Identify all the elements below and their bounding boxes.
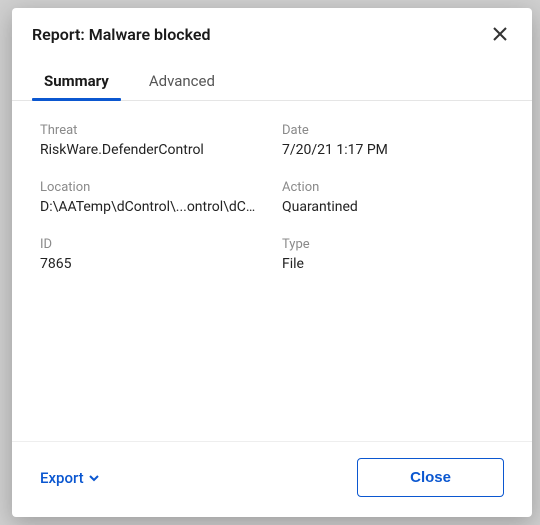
- field-id: ID 7865: [40, 237, 262, 272]
- field-location: Location D:\AATemp\dControl\...ontrol\dC…: [40, 180, 262, 215]
- tab-advanced[interactable]: Advanced: [145, 64, 219, 100]
- tab-summary[interactable]: Summary: [40, 64, 113, 100]
- modal-title: Report: Malware blocked: [32, 25, 211, 44]
- field-label: ID: [40, 237, 262, 252]
- tabs: Summary Advanced: [12, 56, 532, 101]
- modal-footer: Export Close: [12, 441, 532, 517]
- close-icon-button[interactable]: [488, 22, 512, 46]
- close-icon: [492, 26, 508, 42]
- field-action: Action Quarantined: [282, 180, 504, 215]
- field-value: RiskWare.DefenderControl: [40, 142, 262, 158]
- export-button[interactable]: Export: [40, 469, 100, 487]
- export-label: Export: [40, 469, 84, 487]
- field-value: 7865: [40, 256, 262, 272]
- field-date: Date 7/20/21 1:17 PM: [282, 123, 504, 158]
- field-value: Quarantined: [282, 199, 504, 215]
- field-value: File: [282, 256, 504, 272]
- modal-header: Report: Malware blocked: [12, 8, 532, 56]
- field-label: Action: [282, 180, 504, 195]
- chevron-down-icon: [88, 472, 100, 484]
- close-button[interactable]: Close: [357, 458, 504, 497]
- field-threat: Threat RiskWare.DefenderControl: [40, 123, 262, 158]
- field-label: Date: [282, 123, 504, 138]
- field-value: D:\AATemp\dControl\...ontrol\dControl.ex…: [40, 199, 262, 215]
- field-value: 7/20/21 1:17 PM: [282, 142, 504, 158]
- report-modal: Report: Malware blocked Summary Advanced…: [12, 8, 532, 517]
- field-label: Type: [282, 237, 504, 252]
- field-label: Location: [40, 180, 262, 195]
- summary-content: Threat RiskWare.DefenderControl Date 7/2…: [12, 101, 532, 441]
- field-label: Threat: [40, 123, 262, 138]
- field-type: Type File: [282, 237, 504, 272]
